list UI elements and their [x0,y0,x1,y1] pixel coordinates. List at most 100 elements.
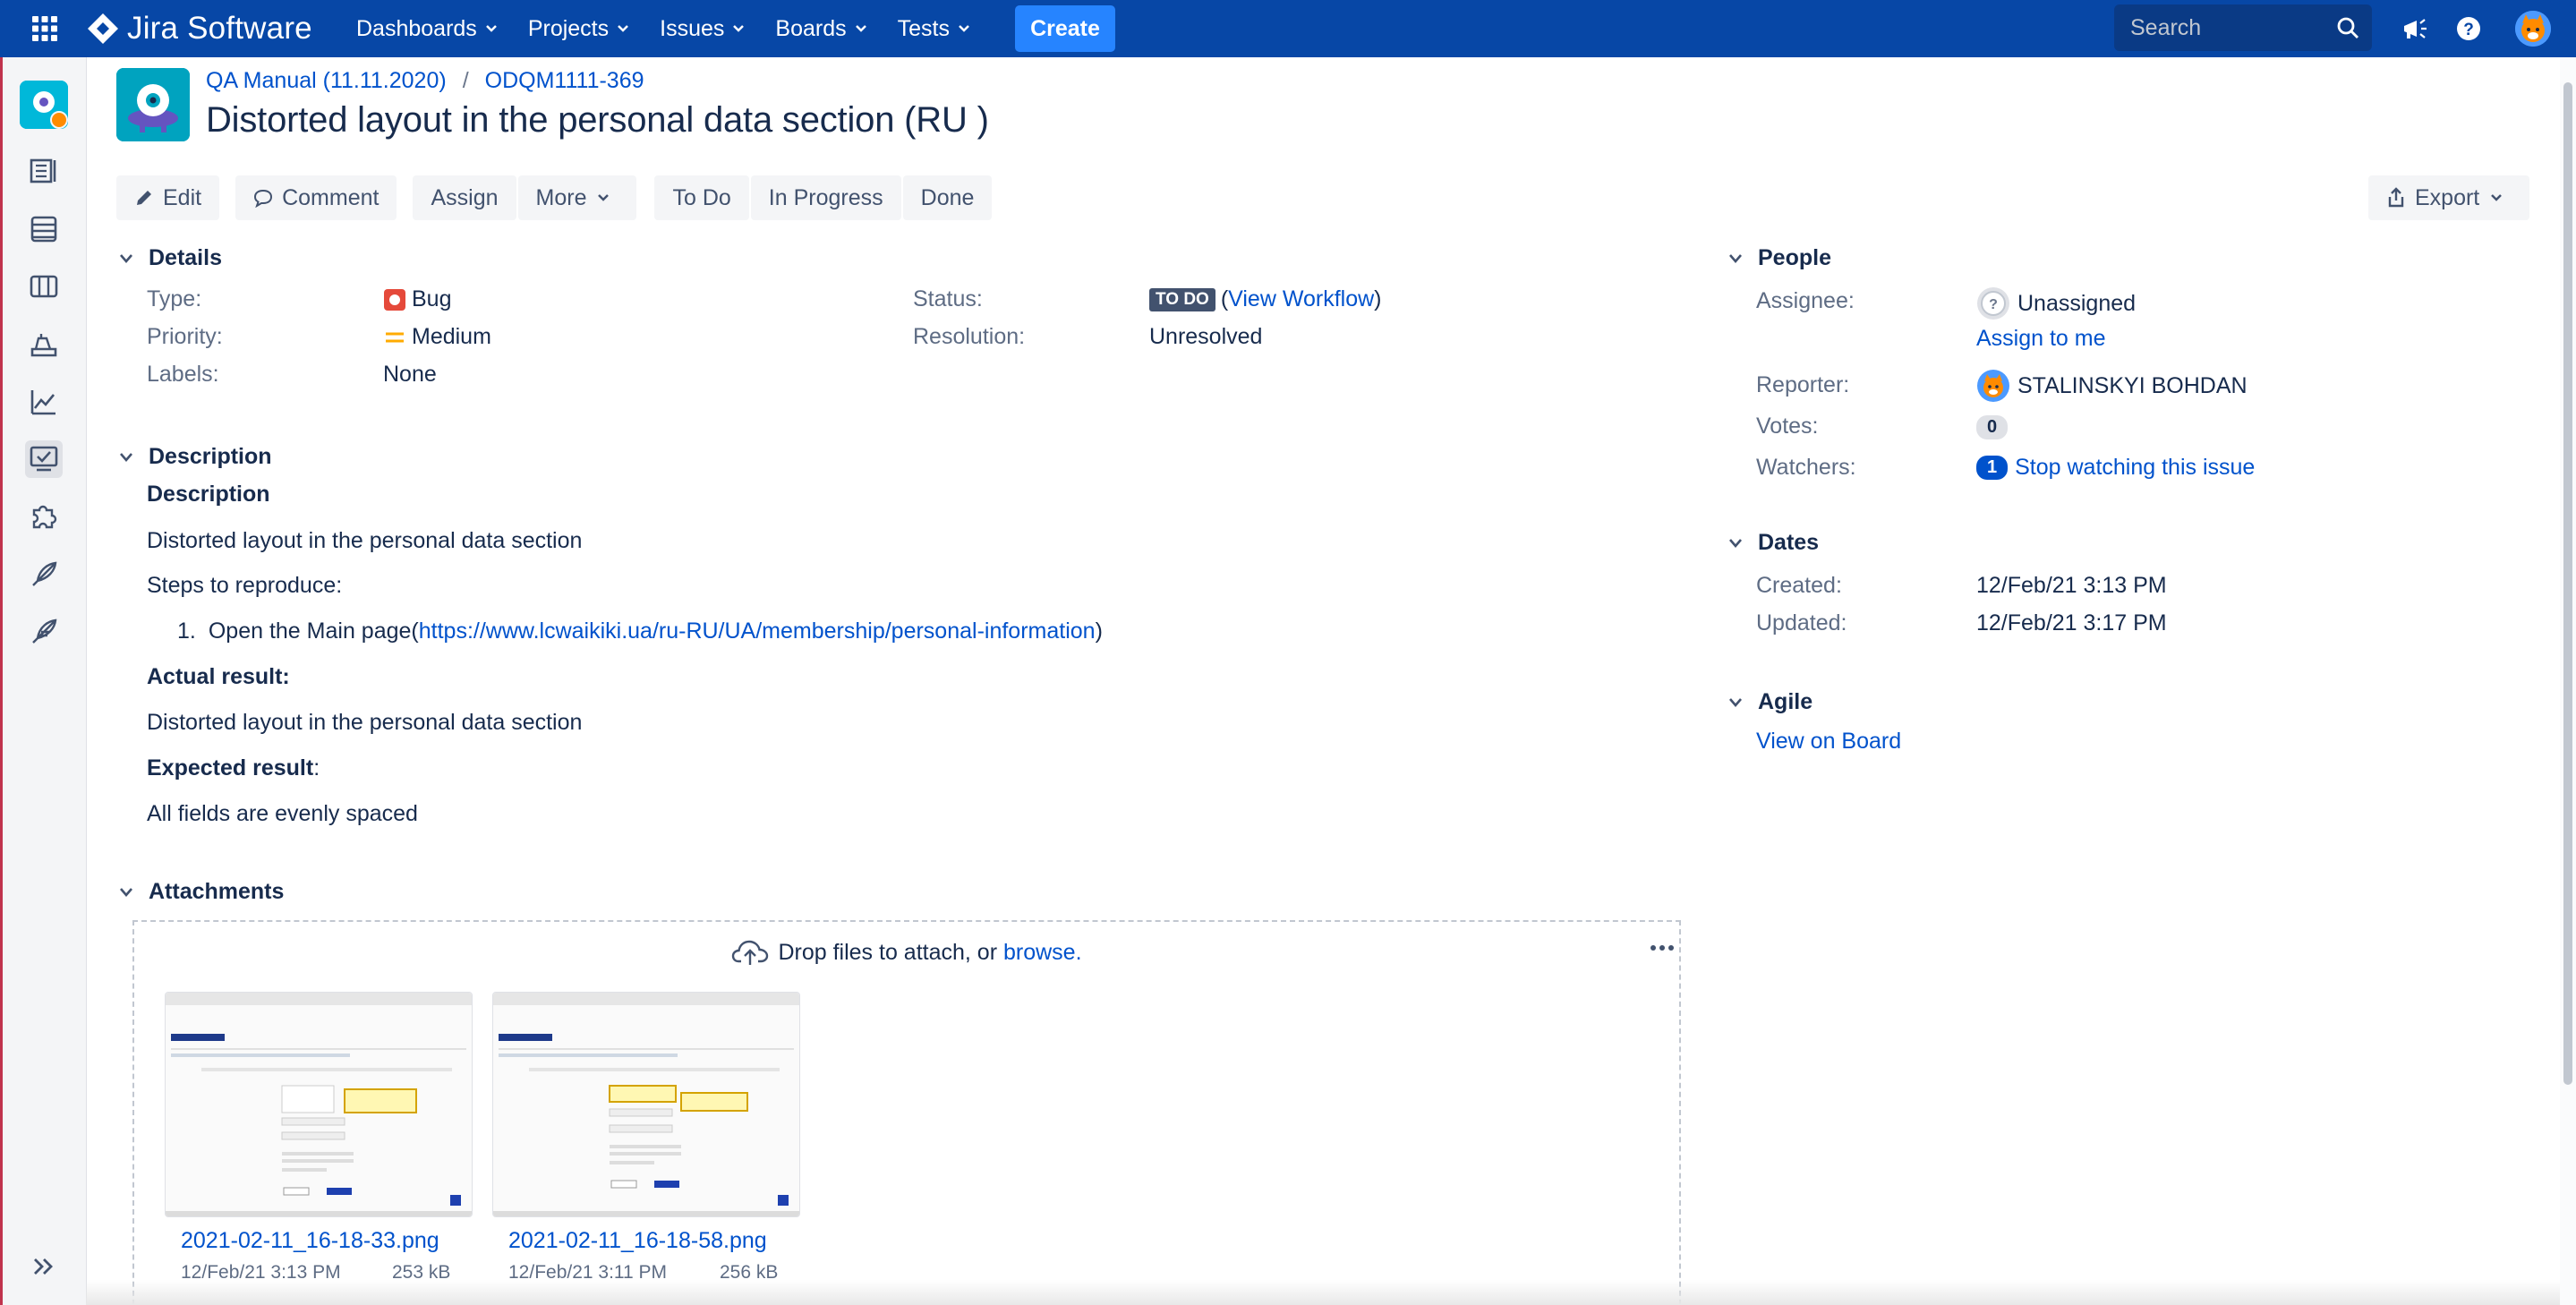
export-label: Export [2415,184,2480,210]
watchers-badge[interactable]: 1 [1976,456,2009,480]
project-icon[interactable] [116,68,190,141]
description-line: Distorted layout in the personal data se… [147,528,583,553]
screenshot-preview-image [493,993,799,1216]
sidebar-board-columns[interactable] [25,268,63,305]
sidebar-tests[interactable] [25,440,63,478]
sidebar-add-ons[interactable] [25,498,63,535]
dates-section-toggle[interactable]: Dates [1726,530,1819,556]
edit-button[interactable]: Edit [116,175,220,220]
attachment-name[interactable]: 2021-02-11_16-18-33.png [181,1228,439,1254]
chevron-down-icon [1726,249,1745,269]
attachment-thumbnail[interactable] [165,992,473,1217]
labels-label: Labels: [147,362,219,387]
nav-tests[interactable]: Tests [898,16,970,42]
steps-label: Steps to reproduce: [147,573,343,598]
nav-dashboards[interactable]: Dashboards [356,16,498,42]
tests-icon [30,446,58,472]
votes-value[interactable]: 0 [1976,415,2015,439]
assignee-value[interactable]: ? Unassigned [1976,286,2136,320]
jira-logo[interactable]: Jira Software [86,9,312,48]
export-button[interactable]: Export [2368,175,2530,220]
sidebar-expand[interactable] [25,1248,63,1285]
create-button[interactable]: Create [1015,5,1115,52]
chevron-down-icon [618,25,629,32]
nav-issues[interactable]: Issues [660,16,745,42]
sidebar-reports[interactable] [25,383,63,421]
chevron-down-icon [959,25,969,32]
user-avatar[interactable] [2515,11,2551,47]
feather-icon [32,561,57,586]
sidebar-project-avatar[interactable] [20,81,68,129]
reports-icon [30,390,55,415]
votes-badge: 0 [1976,415,2009,439]
step-url-link[interactable]: https://www.lcwaikiki.ua/ru-RU/UA/member… [419,618,1096,644]
votes-label: Votes: [1756,414,1819,439]
puzzle-icon [32,505,57,529]
updated-value: 12/Feb/21 3:17 PM [1976,610,2167,635]
attachment-thumbnail[interactable] [492,992,800,1217]
step-item: 1. Open the Main page(https://www.lcwaiki… [177,618,1103,644]
attachment-name[interactable]: 2021-02-11_16-18-58.png [508,1228,767,1254]
sidebar-feather[interactable] [25,555,63,593]
chevron-down-icon [116,249,136,269]
updated-label: Updated: [1756,610,1847,635]
sidebar-releases[interactable] [25,326,63,363]
expected-label-text: Expected result [147,755,314,780]
assign-button[interactable]: Assign [413,175,516,220]
reporter-label: Reporter: [1756,372,1850,397]
details-section-toggle[interactable]: Details [116,245,222,271]
labels-value[interactable]: None [383,362,437,388]
page-scrollbar[interactable] [2560,57,2576,1305]
created-label: Created: [1756,573,1842,598]
drop-files-text: Drop files to attach, or browse. [134,938,1679,967]
board-list-icon [30,216,57,243]
todo-button[interactable]: To Do [654,175,749,220]
details-heading: Details [149,245,222,270]
people-section-toggle[interactable]: People [1726,245,1831,271]
type-value[interactable]: Bug [383,286,451,312]
nav-boards[interactable]: Boards [775,16,866,42]
stop-watching-link[interactable]: Stop watching this issue [2015,455,2255,481]
attachment-dropzone[interactable]: Drop files to attach, or browse. 2021-02… [132,920,1681,1305]
unassigned-avatar-icon: ? [1977,287,2009,320]
done-button[interactable]: Done [902,175,993,220]
sidebar-board-list[interactable] [25,210,63,248]
priority-value[interactable]: Medium [383,324,491,350]
search-input[interactable] [2128,13,2329,42]
releases-icon [30,334,57,357]
backlog-icon [30,158,56,183]
browse-link[interactable]: browse. [1003,940,1082,966]
help-icon[interactable]: ? [2452,13,2485,45]
sidebar-backlog[interactable] [25,152,63,190]
drop-text: Drop files to attach, or [778,939,998,965]
breadcrumb-issue-key[interactable]: ODQM1111-369 [485,68,644,94]
breadcrumb-project[interactable]: QA Manual (11.11.2020) [206,68,447,94]
search-icon[interactable] [2336,16,2359,39]
description-section-toggle[interactable]: Description [116,444,272,470]
priority-text: Medium [412,324,491,349]
app-switcher-icon[interactable] [30,14,59,43]
more-button[interactable]: More [517,175,637,220]
megaphone-icon[interactable] [2399,13,2431,45]
nav-projects[interactable]: Projects [528,16,629,42]
reporter-value[interactable]: STALINSKYI BOHDAN [1976,369,2248,403]
pencil-icon [137,191,151,205]
assignee-label: Assignee: [1756,288,1855,313]
edit-label: Edit [163,184,202,210]
comment-button[interactable]: Comment [235,175,397,220]
chevron-down-icon [733,25,745,32]
attachments-section-toggle[interactable]: Attachments [116,879,284,905]
project-avatar-icon [20,81,68,129]
sidebar-feather-alt[interactable] [25,612,63,650]
view-on-board-link[interactable]: View on Board [1756,729,1901,755]
search-box[interactable] [2114,4,2372,51]
screenshot-preview-image [166,993,472,1216]
in-progress-button[interactable]: In Progress [750,175,901,220]
status-paren-close: ) [1374,286,1382,311]
agile-section-toggle[interactable]: Agile [1726,689,1813,715]
assign-to-me-link[interactable]: Assign to me [1976,326,2106,352]
scrollbar-thumb[interactable] [2563,82,2572,1085]
issue-title[interactable]: Distorted layout in the personal data se… [206,100,989,141]
view-workflow-link[interactable]: View Workflow [1228,286,1374,312]
step-number: 1. [177,618,196,644]
